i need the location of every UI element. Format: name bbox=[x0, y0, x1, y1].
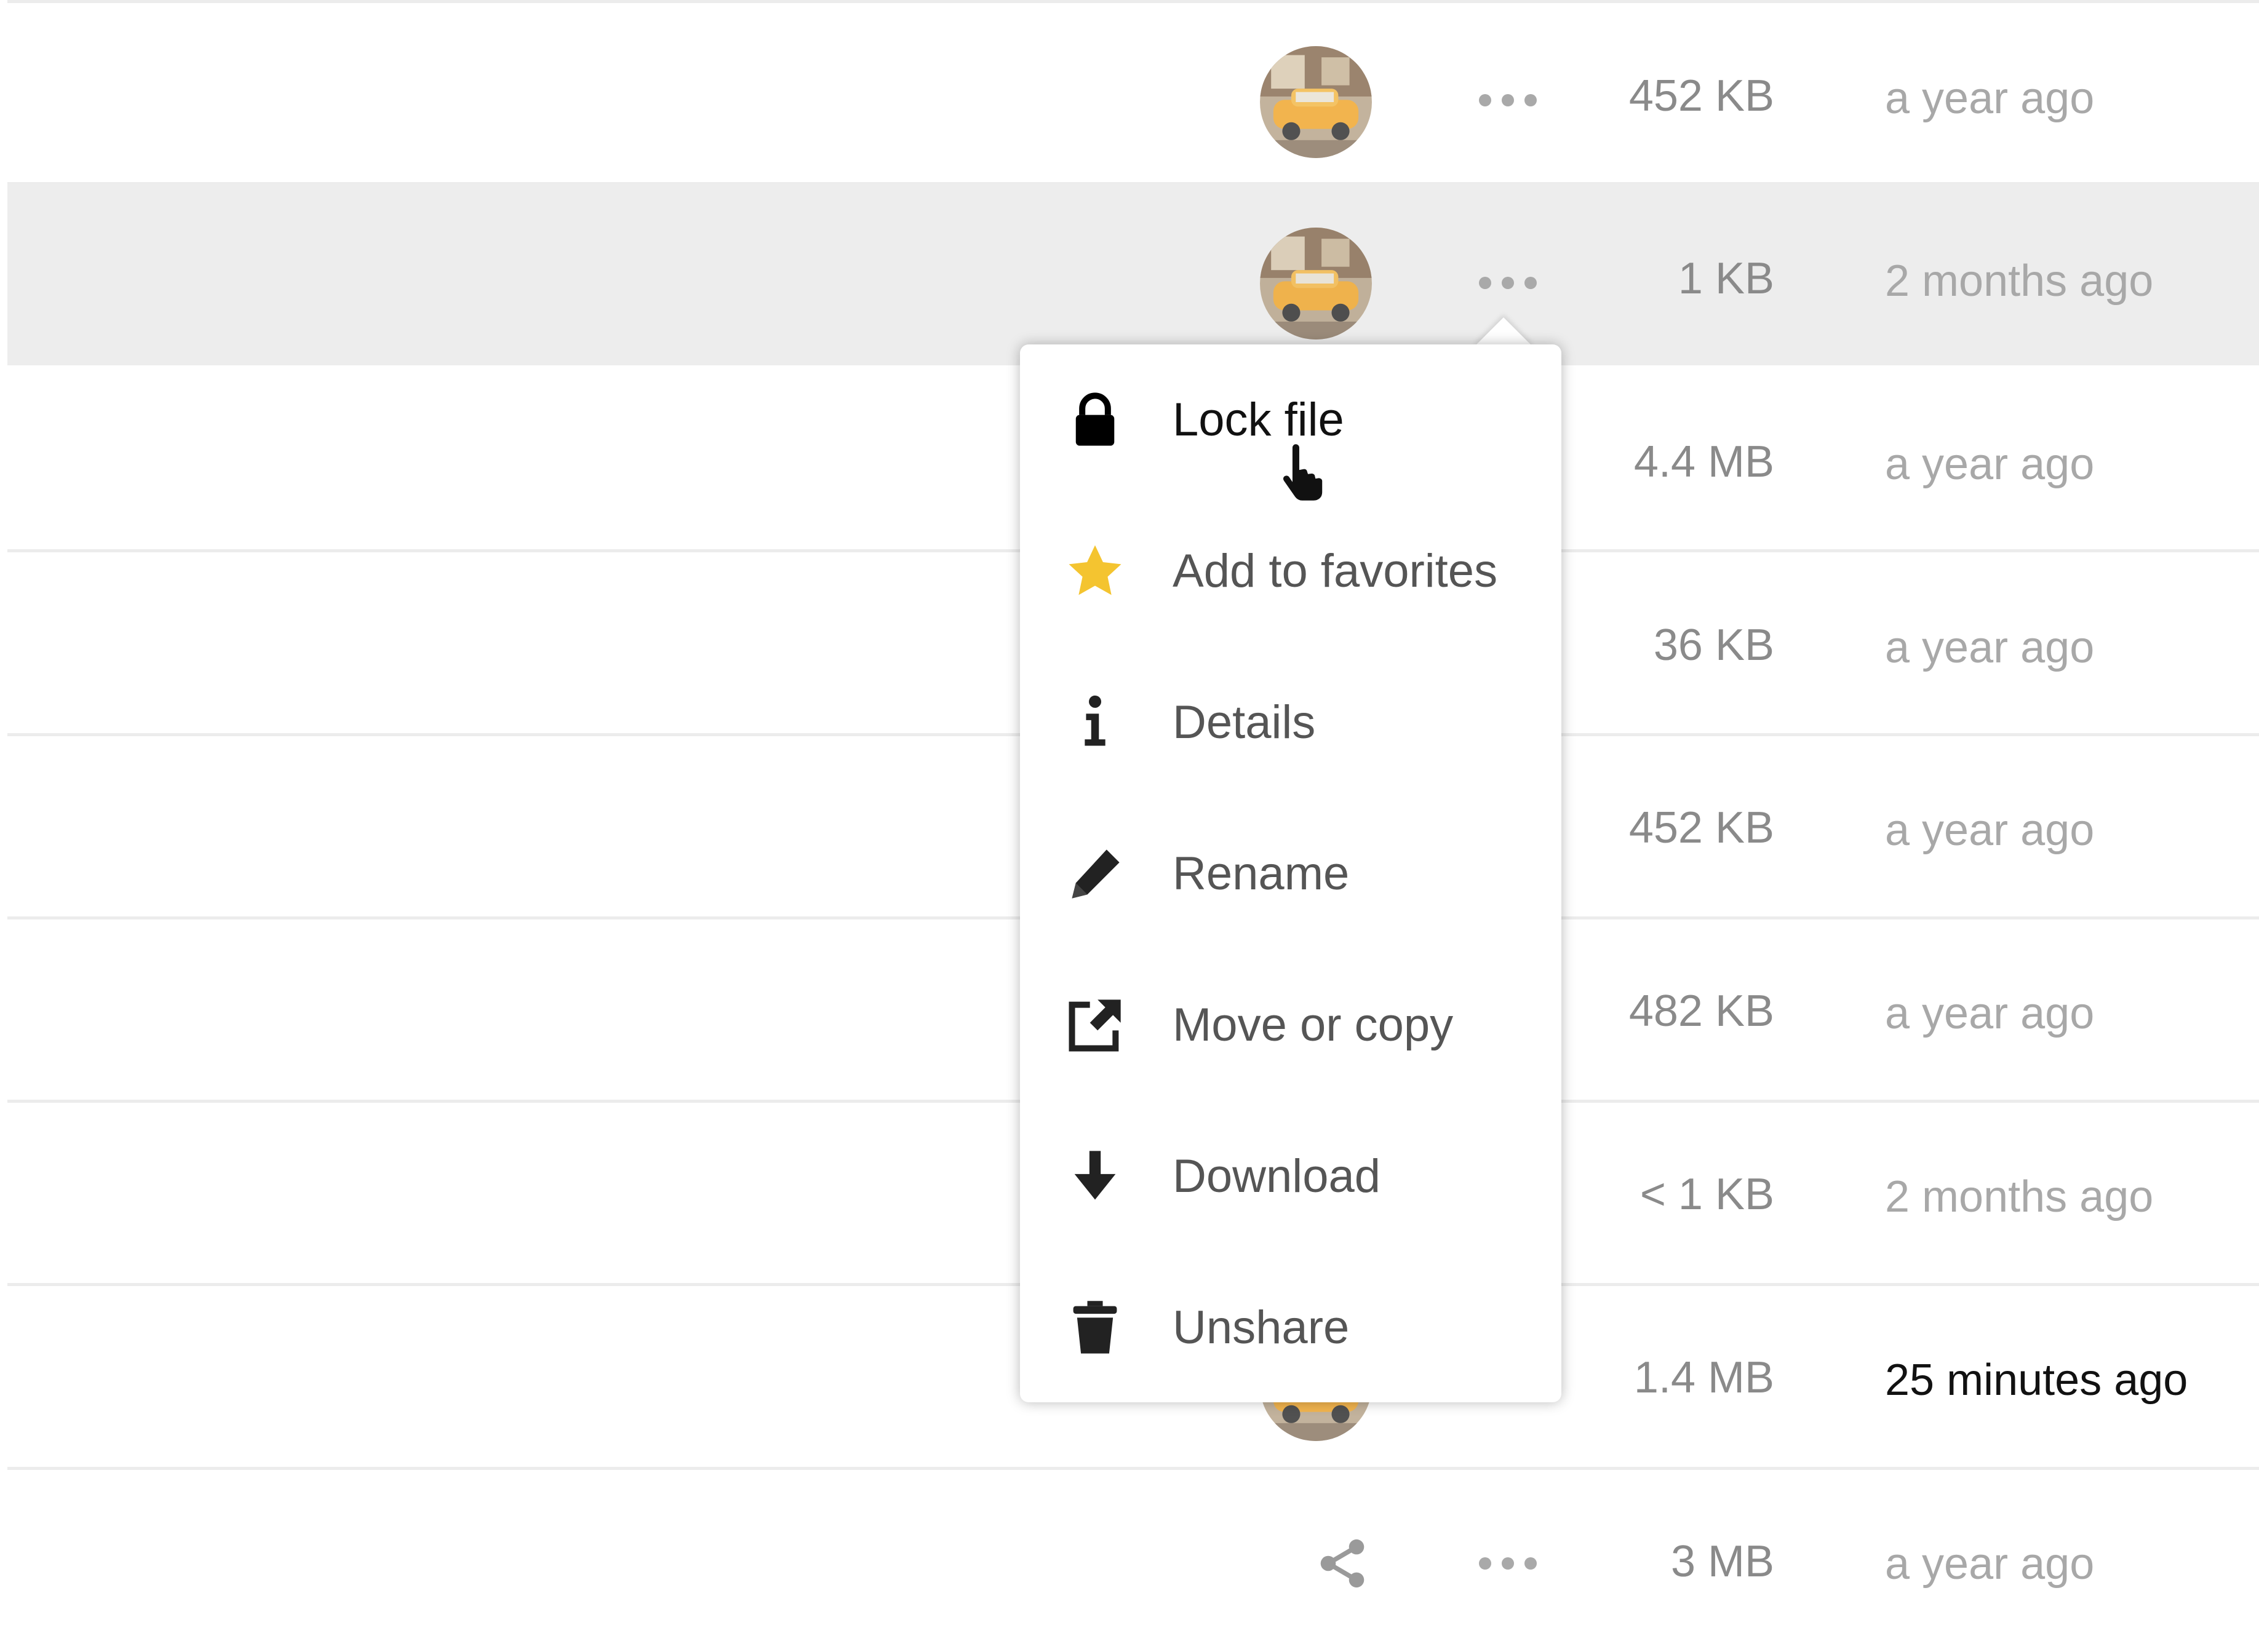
lock-icon bbox=[1064, 389, 1126, 451]
more-actions-button[interactable] bbox=[1474, 82, 1542, 119]
file-row[interactable]: 452 KB a year ago bbox=[7, 3, 2259, 185]
dot-icon bbox=[1479, 94, 1491, 106]
file-modified: 25 minutes ago bbox=[1885, 1356, 2188, 1405]
dot-icon bbox=[1479, 277, 1491, 289]
menu-item-label: Add to favorites bbox=[1173, 545, 1498, 597]
dot-icon bbox=[1502, 94, 1514, 106]
star-icon bbox=[1064, 541, 1126, 602]
dot-icon bbox=[1502, 1557, 1514, 1570]
menu-item-details[interactable]: Details bbox=[1020, 647, 1561, 798]
info-icon bbox=[1064, 692, 1126, 753]
menu-item-label: Details bbox=[1173, 696, 1316, 749]
hand-pointer-cursor-icon bbox=[1276, 438, 1333, 507]
file-size: 452 KB bbox=[1628, 803, 1774, 852]
menu-item-label: Download bbox=[1173, 1150, 1380, 1202]
file-modified: a year ago bbox=[1885, 806, 2095, 855]
file-size: 4.4 MB bbox=[1633, 437, 1774, 486]
dot-icon bbox=[1502, 277, 1514, 289]
dot-icon bbox=[1524, 1557, 1537, 1570]
menu-item-label: Rename bbox=[1173, 848, 1350, 900]
file-modified: a year ago bbox=[1885, 1539, 2095, 1589]
download-arrow-icon bbox=[1064, 1146, 1126, 1207]
file-modified: a year ago bbox=[1885, 74, 2095, 123]
file-size: 36 KB bbox=[1653, 621, 1774, 670]
file-size: 482 KB bbox=[1628, 987, 1774, 1036]
menu-arrow bbox=[1474, 317, 1533, 347]
more-actions-button[interactable] bbox=[1474, 1545, 1542, 1582]
dot-icon bbox=[1524, 94, 1537, 106]
menu-item-add-to-favorites[interactable]: Add to favorites bbox=[1020, 496, 1561, 647]
menu-item-unshare[interactable]: Unshare bbox=[1020, 1252, 1561, 1404]
dot-icon bbox=[1479, 1557, 1491, 1570]
share-icon[interactable] bbox=[1314, 1535, 1371, 1592]
file-row-selected[interactable]: 1 KB 2 months ago bbox=[7, 183, 2259, 365]
more-actions-button[interactable] bbox=[1474, 264, 1542, 301]
file-modified: a year ago bbox=[1885, 989, 2095, 1038]
external-link-icon bbox=[1064, 995, 1126, 1056]
file-size: 452 KB bbox=[1628, 71, 1774, 121]
file-size: < 1 KB bbox=[1639, 1170, 1774, 1219]
file-modified: 2 months ago bbox=[1885, 256, 2154, 306]
file-row[interactable]: 3 MB a year ago bbox=[7, 1470, 2259, 1652]
menu-item-label: Move or copy bbox=[1173, 999, 1454, 1051]
sharer-avatar bbox=[1260, 46, 1372, 158]
sharer-avatar bbox=[1260, 228, 1372, 340]
file-size: 1.4 MB bbox=[1633, 1353, 1774, 1402]
file-modified: a year ago bbox=[1885, 623, 2095, 672]
menu-item-label: Unshare bbox=[1173, 1301, 1350, 1354]
dot-icon bbox=[1524, 277, 1537, 289]
file-size: 1 KB bbox=[1678, 254, 1774, 303]
trash-icon bbox=[1064, 1297, 1126, 1359]
menu-item-rename[interactable]: Rename bbox=[1020, 798, 1561, 950]
menu-item-download[interactable]: Download bbox=[1020, 1101, 1561, 1252]
file-modified: a year ago bbox=[1885, 440, 2095, 489]
menu-item-move-or-copy[interactable]: Move or copy bbox=[1020, 950, 1561, 1101]
file-modified: 2 months ago bbox=[1885, 1172, 2154, 1221]
pencil-icon bbox=[1064, 843, 1126, 905]
file-size: 3 MB bbox=[1670, 1537, 1774, 1586]
